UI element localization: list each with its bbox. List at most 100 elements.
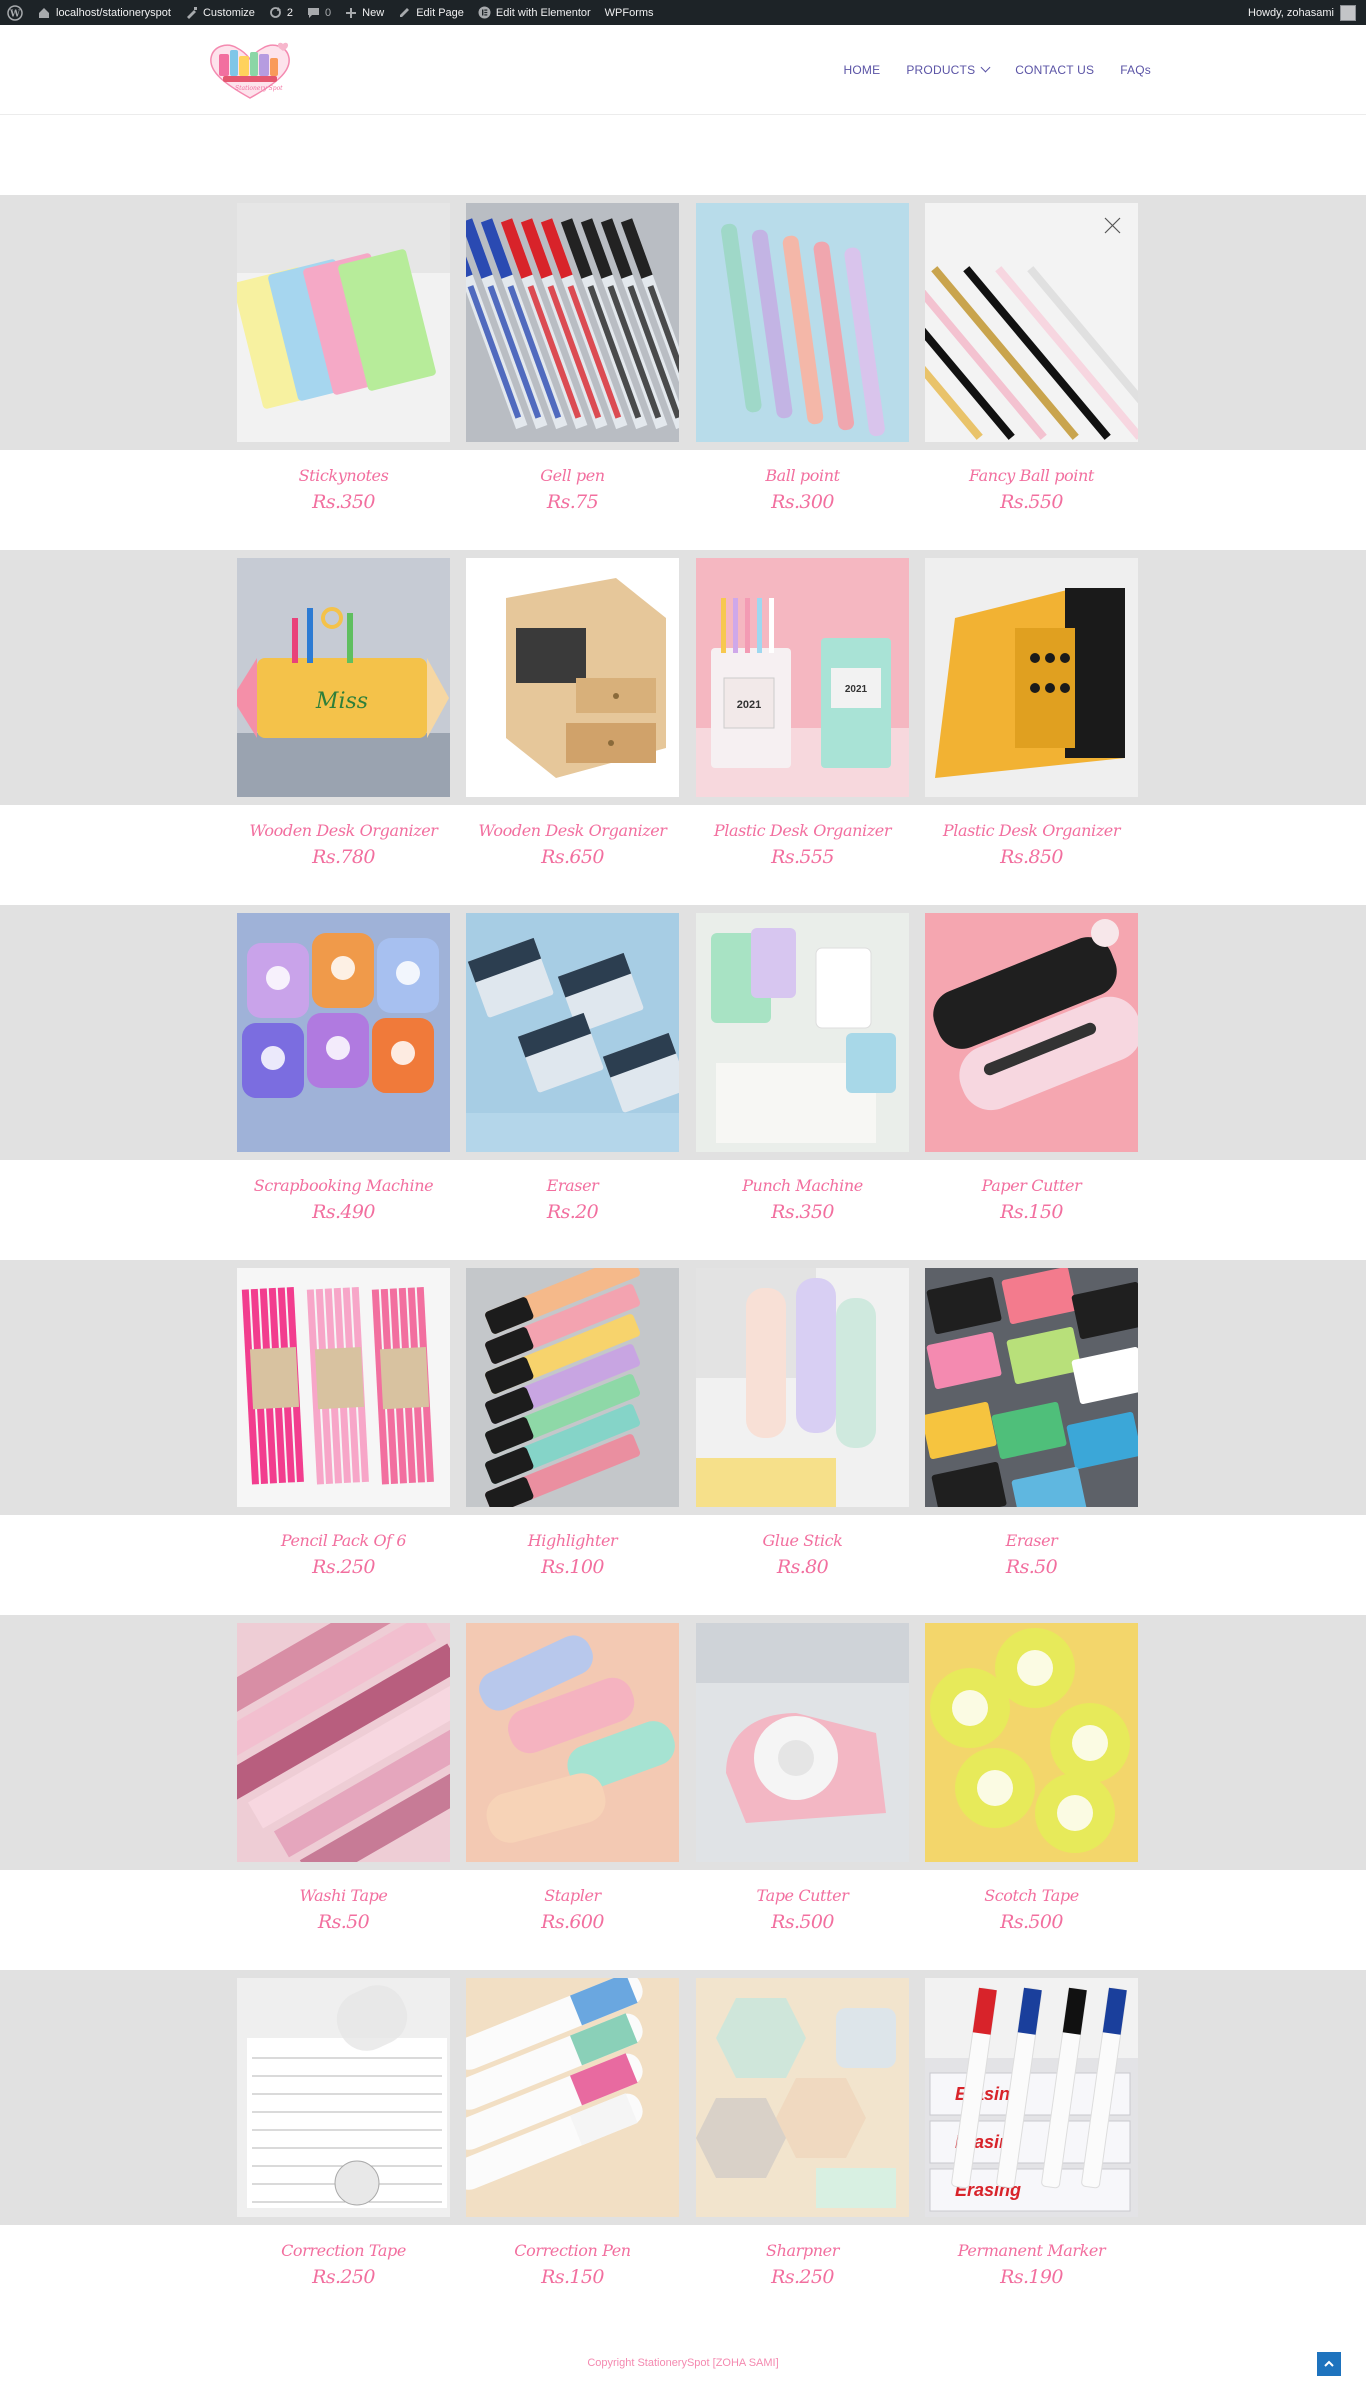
product-name[interactable]: Wooden Desk Organizer xyxy=(466,821,679,840)
product-card[interactable]: Highlighter Rs.100 xyxy=(466,1268,679,1578)
product-card[interactable]: Paper Cutter Rs.150 xyxy=(925,913,1138,1223)
row-background xyxy=(0,905,1366,1160)
nav-faqs[interactable]: FAQs xyxy=(1120,63,1151,77)
product-card[interactable]: Miss Wooden Desk Organizer Rs.780 xyxy=(237,558,450,868)
product-card[interactable]: Washi Tape Rs.50 xyxy=(237,1623,450,1933)
product-image-hole-punch[interactable] xyxy=(696,913,909,1152)
product-card[interactable]: Pencil Pack Of 6 Rs.250 xyxy=(237,1268,450,1578)
product-image-tape-cutter[interactable] xyxy=(696,1623,909,1862)
admin-new-label: New xyxy=(362,6,385,19)
product-image-wooden-drawers[interactable] xyxy=(466,558,679,797)
product-name[interactable]: Gell pen xyxy=(466,466,679,485)
product-name[interactable]: Paper Cutter xyxy=(925,1176,1138,1195)
product-card[interactable]: Glue Stick Rs.80 xyxy=(696,1268,909,1578)
product-name[interactable]: Scrapbooking Machine xyxy=(237,1176,450,1195)
product-image-glue-sticks[interactable] xyxy=(696,1268,909,1507)
admin-new-link[interactable]: New xyxy=(338,0,391,25)
product-image-staplers[interactable] xyxy=(466,1623,679,1862)
product-image-plastic-organizer[interactable]: 2021 2021 xyxy=(696,558,909,797)
product-card[interactable]: Plastic Desk Organizer Rs.850 xyxy=(925,558,1138,868)
product-card[interactable]: Correction Pen Rs.150 xyxy=(466,1978,679,2288)
product-name[interactable]: Plastic Desk Organizer xyxy=(696,821,909,840)
product-name[interactable]: Ball point xyxy=(696,466,909,485)
product-name[interactable]: Plastic Desk Organizer xyxy=(925,821,1138,840)
product-card[interactable]: Punch Machine Rs.350 xyxy=(696,913,909,1223)
product-card[interactable]: Ball point Rs.300 xyxy=(696,203,909,513)
admin-updates-count: 2 xyxy=(286,6,294,19)
product-image-paper-cutter[interactable] xyxy=(925,913,1138,1152)
site-logo[interactable]: Stationery Spot xyxy=(205,40,295,102)
product-card[interactable]: Wooden Desk Organizer Rs.650 xyxy=(466,558,679,868)
wordpress-logo-icon[interactable]: W xyxy=(0,0,30,25)
product-name[interactable]: Wooden Desk Organizer xyxy=(237,821,450,840)
product-name[interactable]: Pencil Pack Of 6 xyxy=(237,1531,450,1550)
admin-updates-link[interactable]: 2 xyxy=(262,0,300,25)
product-name[interactable]: Permanent Marker xyxy=(925,2241,1138,2260)
product-name[interactable]: Glue Stick xyxy=(696,1531,909,1550)
product-card[interactable]: Gell pen Rs.75 xyxy=(466,203,679,513)
product-image-scotch-tape[interactable] xyxy=(925,1623,1138,1862)
admin-customize-link[interactable]: Customize xyxy=(178,0,262,25)
product-card[interactable]: Tape Cutter Rs.500 xyxy=(696,1623,909,1933)
admin-elementor-link[interactable]: Edit with Elementor xyxy=(471,0,598,25)
product-name[interactable]: Washi Tape xyxy=(237,1886,450,1905)
product-image-pencils[interactable] xyxy=(237,1268,450,1507)
product-card[interactable]: Sharpner Rs.250 xyxy=(696,1978,909,2288)
product-name[interactable]: Highlighter xyxy=(466,1531,679,1550)
nav-contact[interactable]: CONTACT US xyxy=(1015,63,1094,77)
product-image-fancy-pens[interactable] xyxy=(925,203,1138,442)
product-card[interactable]: Erasing Erasing Erasing Permanent Marker Rs.… xyxy=(925,1978,1138,2288)
admin-elementor-label: Edit with Elementor xyxy=(495,6,591,19)
admin-wpforms-link[interactable]: WPForms xyxy=(598,0,661,25)
product-card[interactable]: Eraser Rs.50 xyxy=(925,1268,1138,1578)
product-name[interactable]: Stapler xyxy=(466,1886,679,1905)
product-image-markers[interactable]: Erasing Erasing Erasing xyxy=(925,1978,1138,2217)
product-image-sharpeners[interactable] xyxy=(696,1978,909,2217)
product-image-art xyxy=(696,203,909,442)
product-name[interactable]: Eraser xyxy=(466,1176,679,1195)
svg-text:2021: 2021 xyxy=(845,684,868,695)
product-image-pencil-organizer[interactable]: Miss xyxy=(237,558,450,797)
product-card[interactable]: Correction Tape Rs.250 xyxy=(237,1978,450,2288)
admin-edit-page-label: Edit Page xyxy=(416,6,464,19)
product-price: Rs.50 xyxy=(317,1911,370,1933)
product-image-sticky-notes[interactable] xyxy=(237,203,450,442)
home-icon xyxy=(39,7,49,18)
row-caption-area xyxy=(0,805,1366,905)
product-image-highlighters[interactable] xyxy=(466,1268,679,1507)
admin-site-link[interactable]: localhost/stationeryspot xyxy=(30,0,178,25)
product-name[interactable]: Correction Tape xyxy=(237,2241,450,2260)
product-name[interactable]: Fancy Ball point xyxy=(925,466,1138,485)
product-name[interactable]: Punch Machine xyxy=(696,1176,909,1195)
product-image-art xyxy=(466,913,679,1152)
product-card[interactable]: Stapler Rs.600 xyxy=(466,1623,679,1933)
product-image-erasers-color[interactable] xyxy=(925,1268,1138,1507)
nav-home[interactable]: HOME xyxy=(844,63,881,77)
product-name[interactable]: Sharpner xyxy=(696,2241,909,2260)
product-image-correction-pen[interactable] xyxy=(466,1978,679,2217)
nav-products[interactable]: PRODUCTS xyxy=(906,63,991,77)
product-name[interactable]: Stickynotes xyxy=(237,466,450,485)
product-card[interactable]: Fancy Ball point Rs.550 xyxy=(925,203,1138,513)
admin-account-menu[interactable]: Howdy, zohasami xyxy=(1248,0,1356,25)
product-card[interactable]: 2021 2021 Plastic Desk Organizer Rs.555 xyxy=(696,558,909,868)
product-image-file-organizer[interactable] xyxy=(925,558,1138,797)
scroll-to-top-button[interactable] xyxy=(1317,2352,1341,2376)
product-name[interactable]: Tape Cutter xyxy=(696,1886,909,1905)
product-name[interactable]: Eraser xyxy=(925,1531,1138,1550)
admin-comments-link[interactable]: 0 xyxy=(300,0,338,25)
admin-edit-page-link[interactable]: Edit Page xyxy=(391,0,471,25)
product-image-pastel-pens[interactable] xyxy=(696,203,909,442)
product-image-correction-tape[interactable] xyxy=(237,1978,450,2217)
product-name[interactable]: Correction Pen xyxy=(466,2241,679,2260)
product-row: Miss Wooden Desk Organizer Rs.780 Wooden De… xyxy=(0,550,1366,905)
product-image-erasers-blue[interactable] xyxy=(466,913,679,1152)
product-card[interactable]: Stickynotes Rs.350 xyxy=(237,203,450,513)
product-card[interactable]: Eraser Rs.20 xyxy=(466,913,679,1223)
product-image-washi-tape[interactable] xyxy=(237,1623,450,1862)
product-card[interactable]: Scrapbooking Machine Rs.490 xyxy=(237,913,450,1223)
product-image-gel-pens[interactable] xyxy=(466,203,679,442)
product-card[interactable]: Scotch Tape Rs.500 xyxy=(925,1623,1138,1933)
product-name[interactable]: Scotch Tape xyxy=(925,1886,1138,1905)
product-image-punchers[interactable] xyxy=(237,913,450,1152)
